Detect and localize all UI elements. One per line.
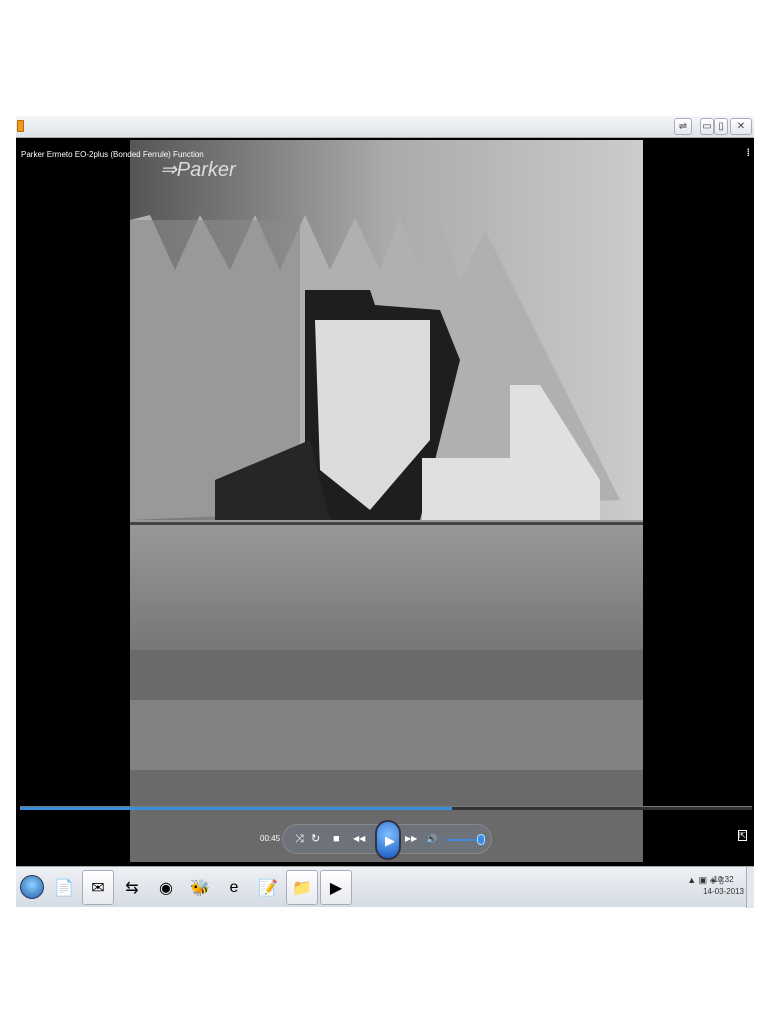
elapsed-time: 00:45 xyxy=(260,834,281,843)
taskbar-item-teamviewer[interactable]: ⇆ xyxy=(116,870,148,905)
title-bar[interactable]: ⇌ ▭ ▯ ✕ xyxy=(16,116,754,138)
taskbar-item-notepad[interactable]: 📝 xyxy=(252,870,284,905)
taskbar: 📄 ✉ ⇆ ◉ 🐝 e 📝 📁 ▶ ▲ ▣ ◈ ▯ 10:32 14-03-2013 xyxy=(16,866,754,908)
taskbar-item-outlook[interactable]: ✉ xyxy=(82,870,114,905)
media-player-icon: ▶ xyxy=(329,879,343,897)
clock[interactable]: 10:32 14-03-2013 xyxy=(703,874,744,898)
playback-controls: ⤨ ↻ ■ ◀◀ ▶ ▶▶ 🔊 xyxy=(282,820,492,860)
notepad-icon: 📝 xyxy=(258,879,278,897)
clock-date: 14-03-2013 xyxy=(703,887,744,896)
taskbar-item-chrome[interactable]: ◉ xyxy=(150,870,182,905)
windows-logo-icon xyxy=(20,875,44,899)
play-icon: ▶ xyxy=(385,833,395,848)
seek-bar[interactable] xyxy=(20,806,752,810)
taskbar-item-explorer[interactable]: 📁 xyxy=(286,870,318,905)
taskbar-item-notepad-doc[interactable]: 📄 xyxy=(48,870,80,905)
internet-explorer-icon: e xyxy=(229,878,239,896)
maximize-button[interactable]: ▯ xyxy=(714,118,728,135)
fullscreen-icon[interactable]: ⇱ xyxy=(738,830,747,841)
chrome-icon: ◉ xyxy=(159,879,173,897)
parker-logo: ⇒Parker xyxy=(160,159,237,181)
start-button[interactable] xyxy=(18,870,46,904)
minimize-button[interactable]: ▭ xyxy=(700,118,714,135)
video-title: Parker Ermeto EO-2plus (Bonded Ferrule) … xyxy=(21,150,204,159)
switch-layout-icon[interactable]: ⁞ xyxy=(747,148,750,159)
show-desktop-button[interactable] xyxy=(746,867,754,908)
volume-slider-thumb[interactable] xyxy=(477,834,485,845)
repeat-icon[interactable]: ↻ xyxy=(311,833,320,845)
media-player-icon xyxy=(17,120,24,132)
media-player-window: ⇌ ▭ ▯ ✕ ⇒Parker Parker Ermeto EO-2plus (… xyxy=(16,116,754,866)
previous-icon[interactable]: ◀◀ xyxy=(353,833,365,845)
teamviewer-icon: ⇆ xyxy=(125,879,139,897)
taskbar-item-bee-app[interactable]: 🐝 xyxy=(184,870,216,905)
taskbar-item-internet-explorer[interactable]: e xyxy=(218,870,250,905)
mute-icon[interactable]: 🔊 xyxy=(426,833,437,845)
bee-app-icon: 🐝 xyxy=(190,879,210,897)
video-area[interactable]: ⇒Parker Parker Ermeto EO-2plus (Bonded F… xyxy=(16,138,754,866)
seek-bar-fill xyxy=(20,807,452,810)
close-button[interactable]: ✕ xyxy=(730,118,752,135)
outlook-icon: ✉ xyxy=(91,879,105,897)
video-frame: ⇒Parker xyxy=(130,140,643,862)
switch-to-library-button[interactable]: ⇌ xyxy=(674,118,692,135)
shuffle-icon[interactable]: ⤨ xyxy=(295,833,304,845)
taskbar-item-media-player[interactable]: ▶ xyxy=(320,870,352,905)
explorer-icon: 📁 xyxy=(292,879,312,897)
notepad-doc-icon: 📄 xyxy=(54,879,74,897)
next-icon[interactable]: ▶▶ xyxy=(405,833,417,845)
play-button[interactable]: ▶ xyxy=(375,820,401,860)
clock-time: 10:32 xyxy=(713,875,734,884)
stop-icon[interactable]: ■ xyxy=(333,833,340,845)
